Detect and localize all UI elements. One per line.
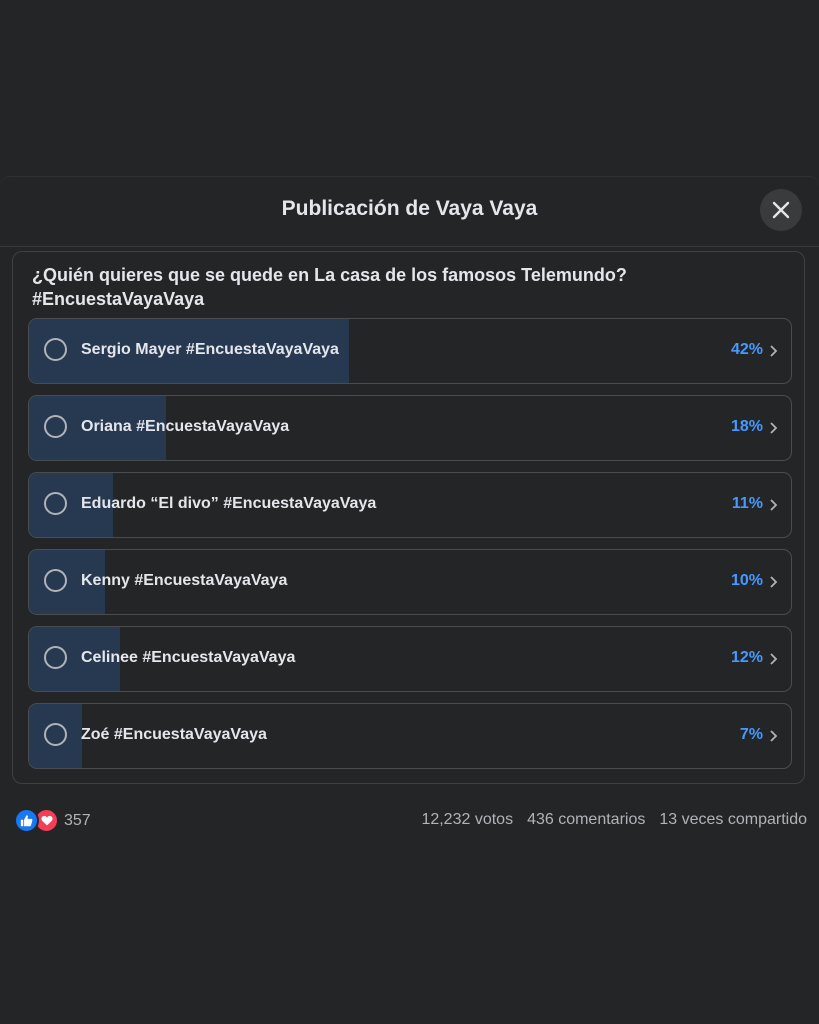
dialog-title: Publicación de Vaya Vaya — [281, 197, 538, 220]
comments-count[interactable]: 436 comentarios — [527, 811, 645, 829]
option-label: Zoé #EncuestaVayaVaya — [81, 726, 267, 743]
shares-count[interactable]: 13 veces compartido — [659, 811, 807, 829]
reactions-count: 357 — [64, 811, 91, 829]
reactions-summary[interactable]: 357 — [14, 808, 91, 833]
votes-count[interactable]: 12,232 votos — [421, 811, 513, 829]
chevron-right-icon — [770, 576, 778, 588]
post-footer: 357 12,232 votos 436 comentarios 13 vece… — [0, 804, 819, 834]
option-label: Celinee #EncuestaVayaVaya — [81, 649, 296, 666]
poll-question: ¿Quién quieres que se quede en La casa d… — [32, 265, 627, 309]
poll-option[interactable]: Sergio Mayer #EncuestaVayaVaya 42% — [28, 318, 792, 384]
option-label: Eduardo “El divo” #EncuestaVayaVaya — [81, 495, 377, 512]
option-label: Oriana #EncuestaVayaVaya — [81, 418, 290, 435]
chevron-right-icon — [770, 730, 778, 742]
option-percent: 11% — [731, 495, 763, 512]
option-percent: 10% — [730, 572, 763, 589]
chevron-right-icon — [770, 345, 778, 357]
chevron-right-icon — [770, 653, 778, 665]
poll-option[interactable]: Celinee #EncuestaVayaVaya 12% — [28, 626, 792, 692]
poll-container: ¿Quién quieres que se quede en La casa d… — [12, 251, 805, 784]
option-percent: 42% — [730, 341, 763, 358]
poll-option[interactable]: Oriana #EncuestaVayaVaya 18% — [28, 395, 792, 461]
option-label: Sergio Mayer #EncuestaVayaVaya — [81, 341, 339, 358]
dialog-header: Publicación de Vaya Vaya — [0, 177, 819, 247]
option-percent: 18% — [730, 418, 763, 435]
option-percent: 7% — [739, 726, 763, 743]
poll-option[interactable]: Kenny #EncuestaVayaVaya 10% — [28, 549, 792, 615]
radio-icon[interactable] — [44, 338, 67, 361]
poll-option[interactable]: Eduardo “El divo” #EncuestaVayaVaya 11% — [28, 472, 792, 538]
option-label: Kenny #EncuestaVayaVaya — [81, 572, 288, 589]
post-stats: 12,232 votos 436 comentarios 13 veces co… — [421, 811, 807, 829]
chevron-right-icon — [770, 499, 778, 511]
radio-icon[interactable] — [44, 492, 67, 515]
post-dialog: Publicación de Vaya Vaya ¿Quién quieres … — [0, 177, 819, 1024]
chevron-right-icon — [770, 422, 778, 434]
poll-option[interactable]: Zoé #EncuestaVayaVaya 7% — [28, 703, 792, 769]
radio-icon[interactable] — [44, 569, 67, 592]
like-icon — [14, 808, 39, 833]
close-icon — [772, 201, 790, 219]
radio-icon[interactable] — [44, 415, 67, 438]
close-button[interactable] — [760, 189, 802, 231]
radio-icon[interactable] — [44, 723, 67, 746]
option-percent: 12% — [730, 649, 763, 666]
radio-icon[interactable] — [44, 646, 67, 669]
